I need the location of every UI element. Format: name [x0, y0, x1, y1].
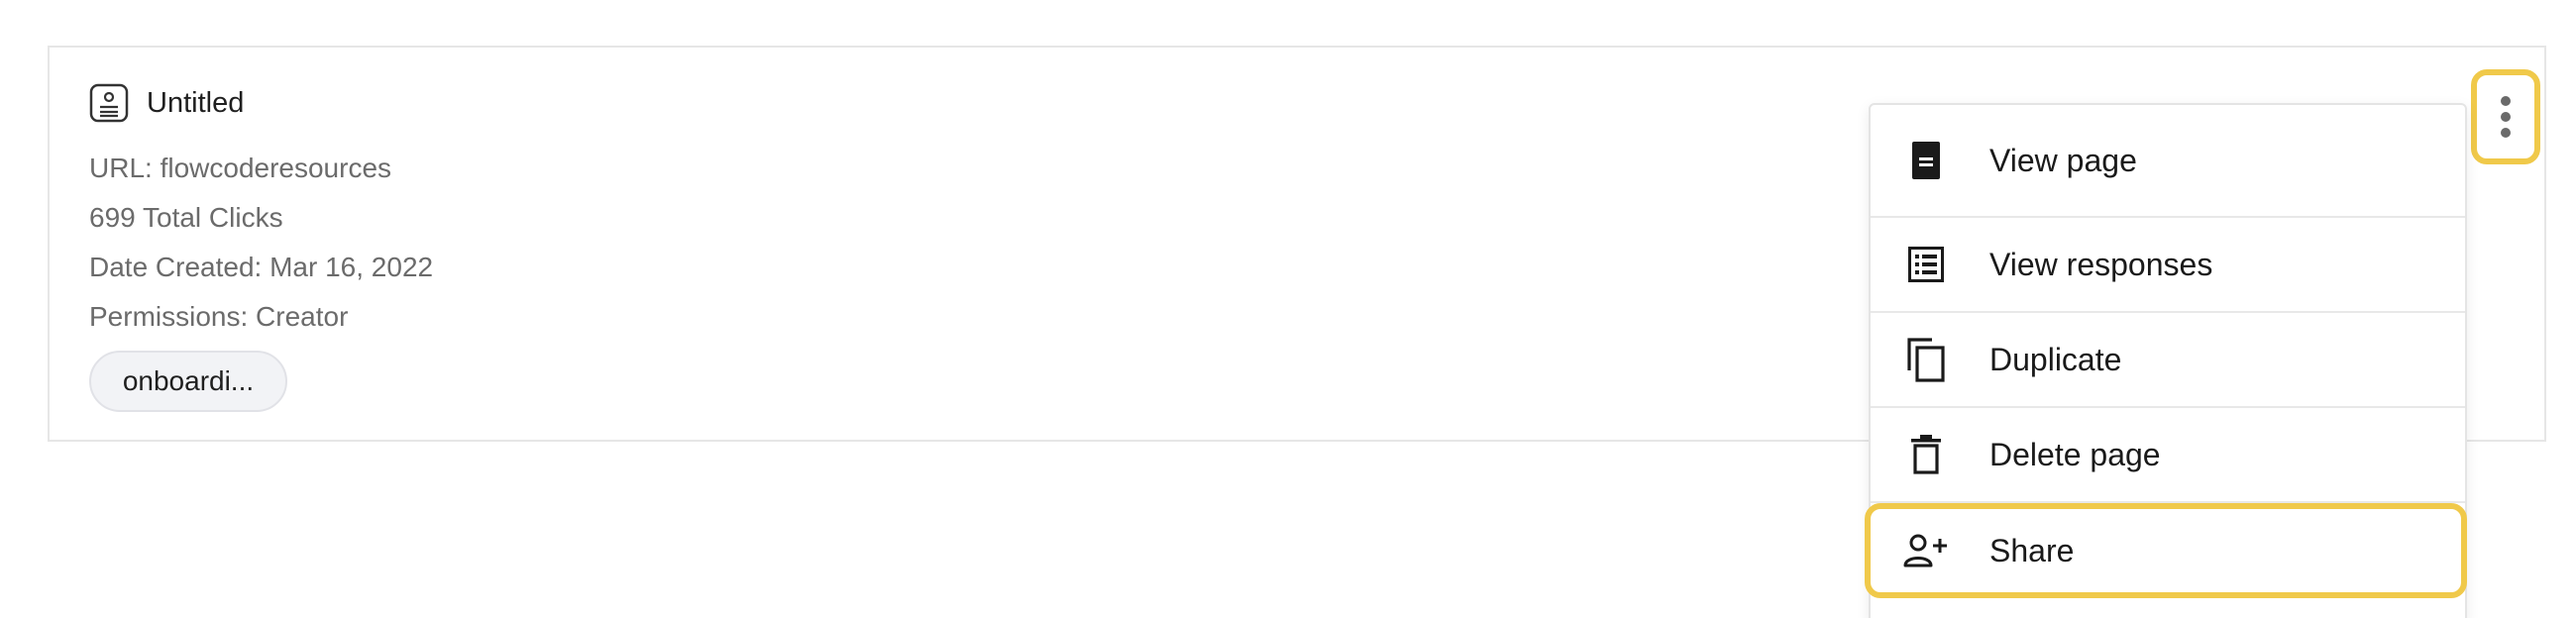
- page-icon: [89, 83, 129, 123]
- menu-item-duplicate[interactable]: Duplicate: [1871, 313, 2465, 408]
- card-title-row: Untitled: [89, 83, 244, 123]
- menu-item-label: Duplicate: [1989, 341, 2122, 377]
- card-title: Untitled: [147, 86, 245, 119]
- trash-icon: [1896, 435, 1956, 474]
- menu-item-label: View page: [1989, 142, 2137, 178]
- card-date-created: Date Created: Mar 16, 2022: [89, 252, 434, 282]
- list-icon: [1896, 247, 1956, 282]
- options-menu: View page View responses Duplicate Delet…: [1869, 103, 2467, 618]
- menu-item-share[interactable]: Share: [1871, 503, 2465, 598]
- tag-chip[interactable]: onboardi...: [89, 351, 287, 412]
- menu-item-view-page[interactable]: View page: [1871, 105, 2465, 218]
- page: Untitled URL: flowcoderesources 699 Tota…: [0, 0, 2576, 618]
- menu-item-label: View responses: [1989, 246, 2213, 282]
- menu-item-label: Share: [1989, 532, 2075, 568]
- document-icon: [1896, 141, 1956, 180]
- menu-item-view-responses[interactable]: View responses: [1871, 218, 2465, 313]
- user-plus-icon: [1896, 533, 1956, 568]
- card-permissions: Permissions: Creator: [89, 301, 349, 332]
- menu-item-delete-page[interactable]: Delete page: [1871, 408, 2465, 503]
- more-options-button[interactable]: [2471, 69, 2540, 164]
- card-clicks: 699 Total Clicks: [89, 202, 283, 233]
- copy-icon: [1896, 337, 1956, 382]
- card-url: URL: flowcoderesources: [89, 153, 392, 183]
- menu-item-label: Delete page: [1989, 436, 2161, 472]
- kebab-icon: [2501, 96, 2511, 138]
